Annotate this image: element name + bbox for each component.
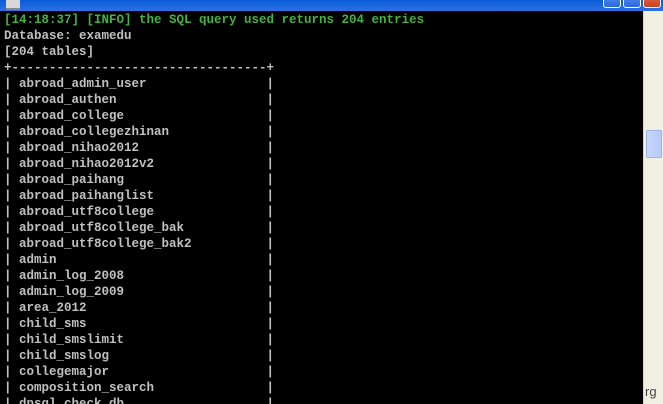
console-line: | composition_search |	[4, 381, 275, 395]
console-line: | child_sms |	[4, 317, 275, 331]
console-line: | abroad_utf8college |	[4, 205, 275, 219]
console-line: [204 tables]	[4, 45, 95, 59]
console-line: | area_2012 |	[4, 301, 275, 315]
console-line: | abroad_college |	[4, 109, 275, 123]
console-line: | child_smslimit |	[4, 333, 275, 347]
console-output[interactable]: [14:18:37] [INFO] the SQL query used ret…	[4, 12, 640, 404]
console-line: | abroad_collegezhinan |	[4, 125, 275, 139]
background-text-fragment: rg	[645, 384, 657, 399]
console-info-line: [14:18:37] [INFO] the SQL query used ret…	[4, 13, 425, 27]
minimize-button[interactable]	[603, 0, 621, 8]
vertical-scrollbar[interactable]	[643, 11, 663, 404]
console-line: | abroad_paihang |	[4, 173, 275, 187]
console-line: | abroad_utf8college_bak2 |	[4, 237, 275, 251]
console-app-icon	[6, 0, 20, 10]
console-line: Database: examedu	[4, 29, 132, 43]
console-line: +----------------------------------+	[4, 61, 275, 75]
console-line: | abroad_nihao2012 |	[4, 141, 275, 155]
console-line: | dpsql_check_db |	[4, 397, 275, 404]
console-line: | child_smslog |	[4, 349, 275, 363]
console-window: [14:18:37] [INFO] the SQL query used ret…	[0, 0, 663, 404]
window-controls	[601, 0, 661, 8]
maximize-button[interactable]	[623, 0, 641, 8]
console-line: | abroad_admin_user |	[4, 77, 275, 91]
console-line: | admin |	[4, 253, 275, 267]
console-line: | abroad_authen |	[4, 93, 275, 107]
console-line: | abroad_nihao2012v2 |	[4, 157, 275, 171]
title-bar[interactable]	[0, 0, 663, 11]
console-line: | admin_log_2008 |	[4, 269, 275, 283]
close-button[interactable]	[643, 0, 661, 8]
scrollbar-thumb[interactable]	[646, 130, 662, 158]
console-line: | admin_log_2009 |	[4, 285, 275, 299]
console-line: | abroad_utf8college_bak |	[4, 221, 275, 235]
console-line: | abroad_paihanglist |	[4, 189, 275, 203]
console-line: | collegemajor |	[4, 365, 275, 379]
